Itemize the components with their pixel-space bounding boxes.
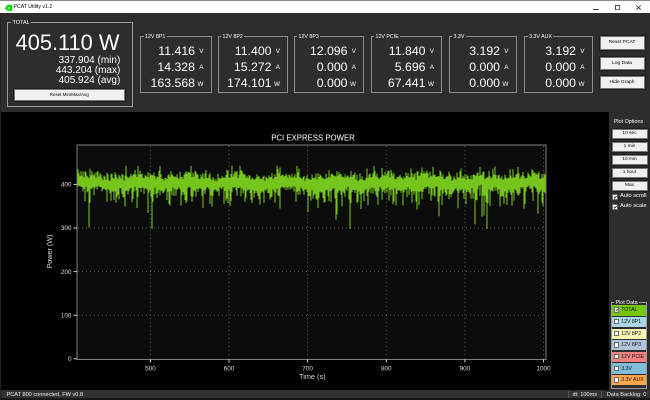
svg-text:900: 900 xyxy=(460,366,471,373)
svg-text:Power (W): Power (W) xyxy=(45,235,54,269)
svg-text:100: 100 xyxy=(61,312,72,319)
svg-text:PCI EXPRESS POWER: PCI EXPRESS POWER xyxy=(271,133,355,142)
svg-text:500: 500 xyxy=(145,366,156,373)
svg-text:300: 300 xyxy=(61,225,72,232)
svg-text:1000: 1000 xyxy=(536,366,551,373)
svg-text:400: 400 xyxy=(61,182,72,189)
svg-text:600: 600 xyxy=(224,366,235,373)
svg-text:0: 0 xyxy=(68,356,72,363)
svg-text:Time (s): Time (s) xyxy=(299,372,325,381)
svg-text:200: 200 xyxy=(61,269,72,276)
svg-text:800: 800 xyxy=(381,366,392,373)
